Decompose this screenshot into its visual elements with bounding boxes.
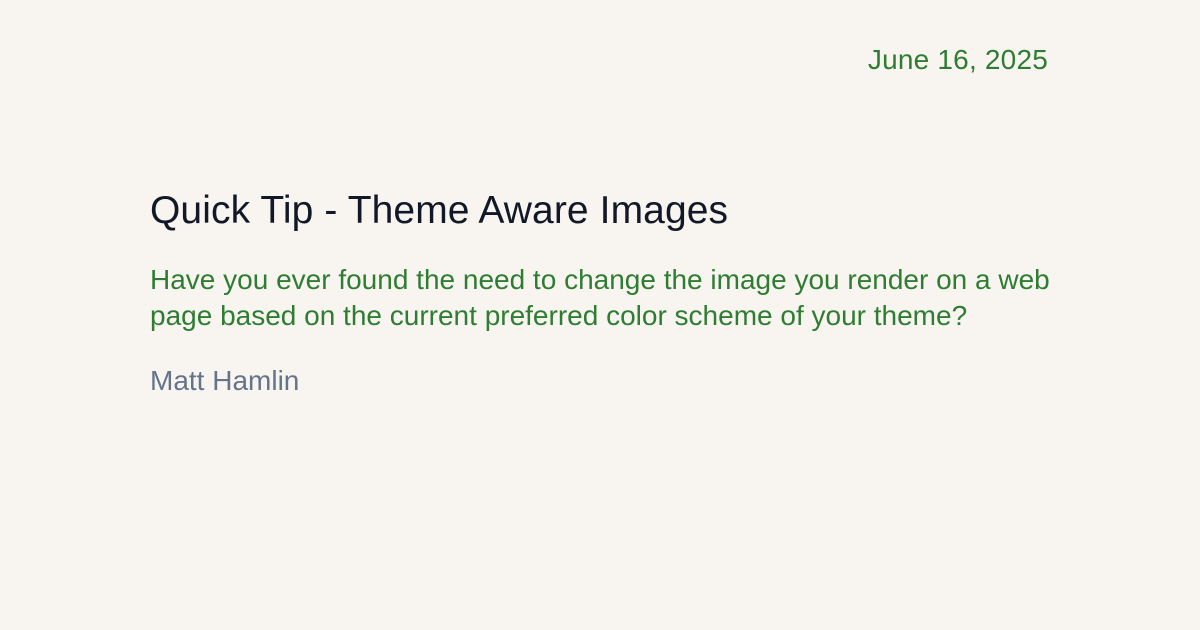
social-card: June 16, 2025 Quick Tip - Theme Aware Im… bbox=[0, 0, 1200, 630]
post-description: Have you ever found the need to change t… bbox=[150, 264, 1050, 331]
post-title: Quick Tip - Theme Aware Images bbox=[150, 189, 729, 232]
post-author: Matt Hamlin bbox=[150, 365, 300, 396]
post-content: Quick Tip - Theme Aware Images Have you … bbox=[150, 186, 1050, 399]
post-date: June 16, 2025 bbox=[867, 44, 1048, 75]
